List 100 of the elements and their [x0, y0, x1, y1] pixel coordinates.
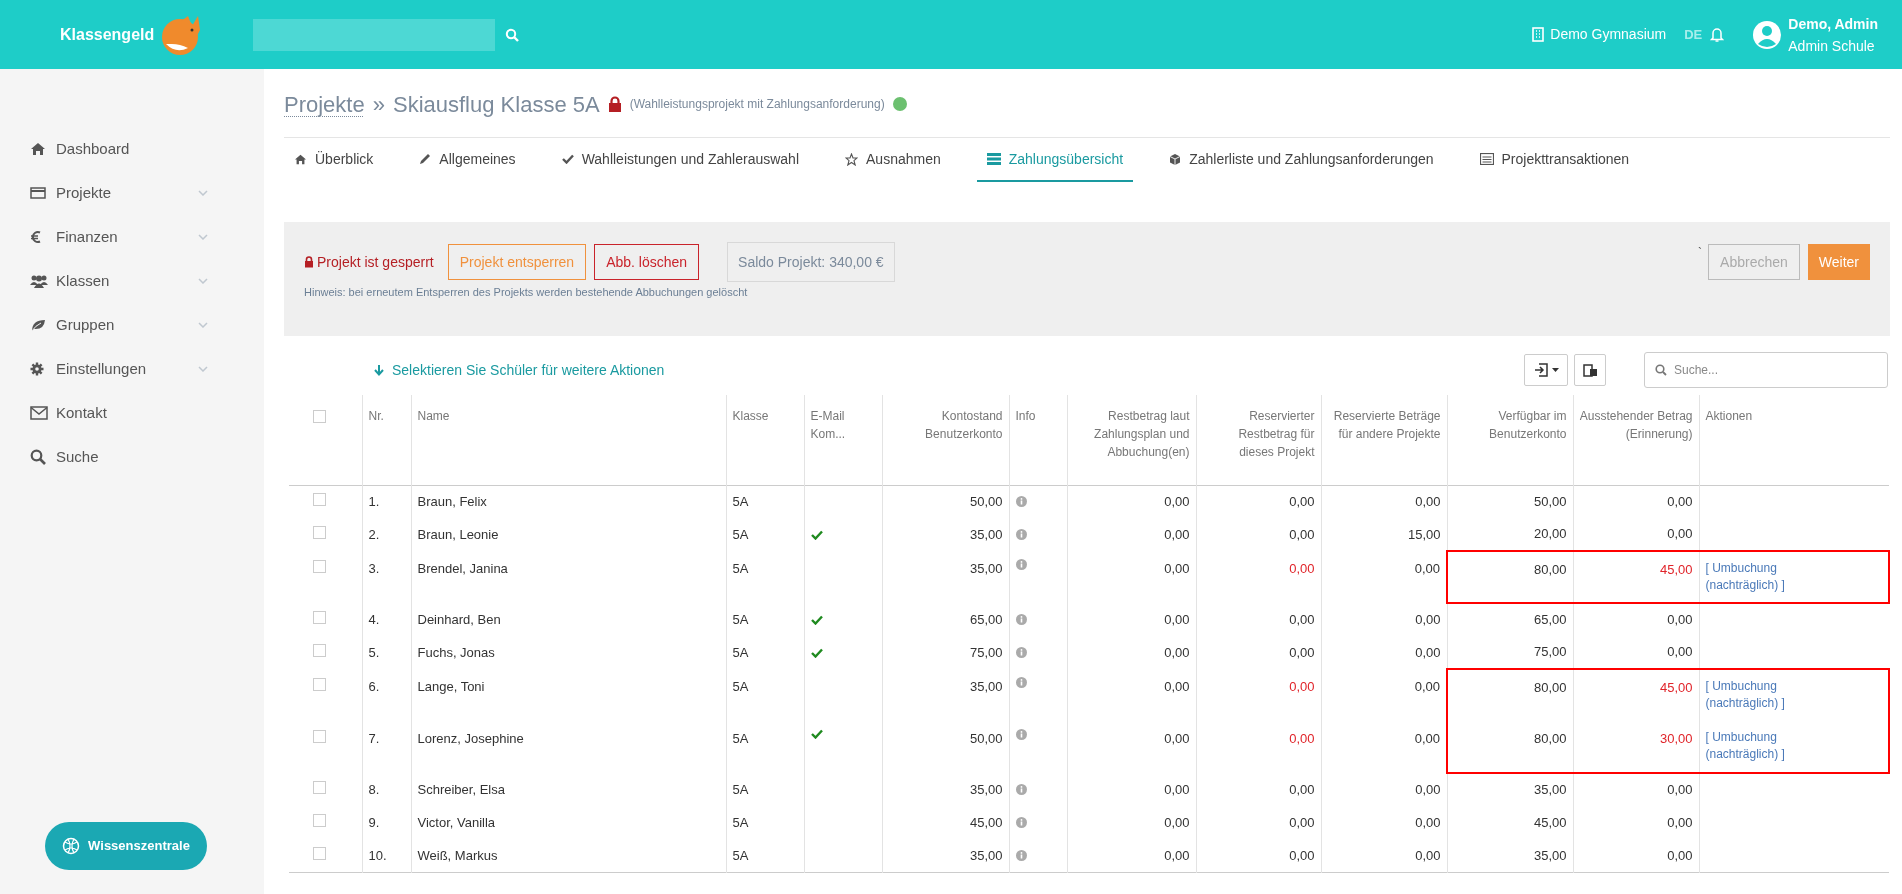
project-type: (Wahlleistungsprojekt mit Zahlungsanforderung) — [629, 96, 885, 113]
tab[interactable]: Wahlleistungen und Zahlerauswahl — [551, 138, 809, 182]
reserved-amount: 0,00 — [1196, 518, 1321, 551]
student-name: Fuchs, Jonas — [411, 636, 726, 669]
info-icon[interactable] — [1015, 529, 1027, 540]
search-icon[interactable] — [505, 27, 519, 42]
account-balance: 65,00 — [882, 603, 1009, 636]
info-icon[interactable] — [1015, 784, 1027, 795]
row-number: 10. — [362, 839, 411, 872]
breadcrumb-link[interactable]: Projekte — [284, 87, 365, 121]
remaining-amount: 0,00 — [1067, 669, 1196, 721]
reserved-amount: 0,00 — [1196, 773, 1321, 806]
row-number: 3. — [362, 551, 411, 603]
chevron-down-icon — [198, 278, 208, 284]
sidebar-item[interactable]: Dashboard — [0, 127, 264, 171]
checkbox[interactable] — [313, 730, 326, 743]
checkbox[interactable] — [313, 846, 326, 860]
checkbox[interactable] — [313, 643, 326, 657]
checkbox[interactable] — [313, 610, 326, 624]
checkbox[interactable] — [313, 525, 326, 539]
export-dropdown-button[interactable] — [1524, 354, 1568, 386]
sidebar-item[interactable]: Finanzen — [0, 215, 264, 259]
account-balance: 35,00 — [882, 518, 1009, 551]
reserved-amount: 0,00 — [1196, 806, 1321, 839]
info-icon[interactable] — [1015, 614, 1027, 625]
checkbox[interactable] — [313, 813, 326, 827]
columns-toggle-button[interactable] — [1574, 354, 1606, 386]
table-search-field[interactable]: Suche... — [1644, 352, 1888, 388]
sidebar-item[interactable]: Kontakt — [0, 391, 264, 435]
info-icon[interactable] — [1015, 729, 1027, 740]
info-icon[interactable] — [1015, 559, 1027, 570]
class-cell: 5A — [726, 669, 804, 721]
chevron-down-icon — [198, 366, 208, 372]
remaining-amount: 0,00 — [1067, 485, 1196, 518]
sidebar-item[interactable]: Projekte — [0, 171, 264, 215]
sidebar-item[interactable]: Gruppen — [0, 303, 264, 347]
info-icon[interactable] — [1015, 677, 1027, 688]
account-balance: 35,00 — [882, 773, 1009, 806]
rebooking-link[interactable]: [ Umbuchung (nachträglich) ] — [1705, 729, 1838, 763]
column-header: Name — [411, 395, 726, 485]
search-field[interactable] — [253, 18, 495, 51]
leaf-icon — [30, 318, 46, 332]
checkbox[interactable] — [313, 560, 326, 573]
info-icon[interactable] — [1015, 817, 1027, 828]
tab[interactable]: Ausnahmen — [835, 138, 951, 182]
row-number: 2. — [362, 518, 411, 551]
info-icon[interactable] — [1015, 496, 1027, 508]
class-cell: 5A — [726, 721, 804, 773]
home-icon — [30, 142, 46, 156]
sidebar-item[interactable]: Einstellungen — [0, 347, 264, 391]
student-name: Braun, Leonie — [411, 518, 726, 551]
info-icon[interactable] — [1015, 647, 1027, 658]
account-balance: 45,00 — [882, 806, 1009, 839]
tab[interactable]: Projekttransaktionen — [1469, 138, 1640, 182]
tab[interactable]: Überblick — [284, 138, 384, 182]
tab[interactable]: Zahlerliste und Zahlungsanforderungen — [1159, 138, 1444, 182]
checkbox[interactable] — [313, 410, 326, 423]
info-icon[interactable] — [1015, 849, 1027, 861]
pencil-icon — [419, 153, 432, 165]
checkbox[interactable] — [313, 780, 326, 794]
available-amount: 35,00 — [1447, 839, 1573, 872]
student-name: Brendel, Janina — [411, 551, 726, 603]
checkmark-icon — [810, 729, 823, 739]
checkbox[interactable] — [313, 493, 326, 506]
checkmark-icon — [810, 529, 823, 540]
column-header: E-Mail Kom... — [804, 395, 882, 485]
student-name: Schreiber, Elsa — [411, 773, 726, 806]
user-avatar-icon[interactable] — [1752, 19, 1783, 50]
columns-icon — [1582, 363, 1598, 377]
reserved-other-amount: 0,00 — [1321, 551, 1447, 603]
bell-icon[interactable] — [1710, 27, 1725, 42]
delete-debits-button[interactable]: Abb. löschen — [594, 244, 700, 280]
checkbox[interactable] — [313, 678, 326, 691]
sidebar-item[interactable]: Suche — [0, 435, 264, 479]
reserved-amount: 0,00 — [1196, 721, 1321, 773]
available-amount: 65,00 — [1447, 603, 1573, 636]
row-number: 8. — [362, 773, 411, 806]
project-balance: Saldo Projekt: 340,00 € — [727, 242, 895, 282]
reserved-amount: 0,00 — [1196, 485, 1321, 518]
available-amount: 80,00 — [1447, 669, 1573, 721]
users-icon — [30, 274, 48, 288]
account-balance: 35,00 — [882, 839, 1009, 872]
project-title: Skiausflug Klasse 5A — [392, 90, 600, 119]
tab[interactable]: Allgemeines — [409, 138, 526, 182]
reserved-other-amount: 0,00 — [1321, 669, 1447, 721]
logo-text: Klassengeld — [60, 24, 155, 45]
available-amount: 35,00 — [1447, 773, 1573, 806]
tab[interactable]: Zahlungsübersicht — [976, 138, 1134, 182]
class-cell: 5A — [726, 839, 804, 872]
globe-icon — [62, 837, 81, 855]
class-cell: 5A — [726, 636, 804, 669]
reserved-other-amount: 0,00 — [1321, 839, 1447, 872]
rebooking-link[interactable]: [ Umbuchung (nachträglich) ] — [1705, 678, 1838, 712]
cube-icon — [1169, 152, 1182, 166]
remaining-amount: 0,00 — [1067, 551, 1196, 603]
reserved-other-amount: 0,00 — [1321, 721, 1447, 773]
class-cell: 5A — [726, 518, 804, 551]
available-amount: 45,00 — [1447, 806, 1573, 839]
available-amount: 80,00 — [1447, 721, 1573, 773]
sidebar-item[interactable]: Klassen — [0, 259, 264, 303]
